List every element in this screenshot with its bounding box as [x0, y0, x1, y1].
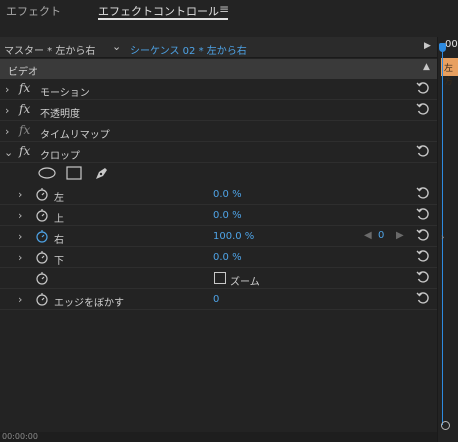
- sequence-clip-label[interactable]: シーケンス 02 * 左から右: [130, 42, 247, 57]
- reset-icon[interactable]: [416, 186, 430, 200]
- effect-name: 不透明度: [40, 109, 80, 120]
- chevron-down-icon[interactable]: ⌄: [112, 40, 121, 53]
- next-keyframe-icon[interactable]: ▶: [396, 230, 404, 241]
- chevron-right-icon[interactable]: ›: [5, 125, 9, 138]
- ellipse-mask-icon[interactable]: [38, 167, 56, 179]
- timeline-time: 00: [445, 39, 458, 50]
- fx-icon: fx: [19, 123, 31, 137]
- effect-row-motion[interactable]: › fx モーション: [0, 80, 437, 100]
- reset-icon[interactable]: [416, 207, 430, 221]
- zoom-label: ズーム: [230, 277, 260, 288]
- param-name: 下: [54, 256, 64, 267]
- crop-param-row[interactable]: › 下 0.0 %: [0, 248, 437, 268]
- reset-icon[interactable]: [416, 270, 430, 284]
- param-name: 上: [54, 214, 64, 225]
- reset-icon[interactable]: [416, 102, 430, 116]
- chevron-right-icon[interactable]: ›: [18, 251, 22, 264]
- chevron-right-icon[interactable]: ›: [18, 230, 22, 243]
- param-value[interactable]: 0: [213, 294, 219, 305]
- playhead-handle[interactable]: [439, 43, 446, 52]
- hamburger-menu-icon[interactable]: ≡: [219, 2, 229, 16]
- section-title: ビデオ: [8, 67, 38, 78]
- param-value[interactable]: 100.0 %: [213, 231, 254, 242]
- stopwatch-icon[interactable]: [35, 208, 49, 222]
- feather-row[interactable]: › エッジをぼかす 0: [0, 290, 437, 310]
- stopwatch-icon[interactable]: [35, 250, 49, 264]
- pen-mask-icon[interactable]: [94, 165, 110, 181]
- tab-effect-controls[interactable]: エフェクトコントロール: [98, 3, 219, 19]
- zoom-row[interactable]: ズーム: [0, 269, 437, 289]
- reset-icon[interactable]: [416, 291, 430, 305]
- keyframe-value[interactable]: 0: [378, 230, 384, 241]
- param-name: エッジをぼかす: [54, 298, 124, 309]
- reset-icon[interactable]: [416, 249, 430, 263]
- effect-name: モーション: [40, 88, 90, 99]
- prev-keyframe-icon[interactable]: ◀: [364, 230, 372, 241]
- chevron-right-icon[interactable]: ›: [5, 83, 9, 96]
- effect-row-crop[interactable]: ⌄ fx クロップ: [0, 143, 437, 163]
- stopwatch-icon[interactable]: [35, 292, 49, 306]
- chevron-right-icon[interactable]: ›: [18, 188, 22, 201]
- crop-param-row[interactable]: › 左 0.0 %: [0, 185, 437, 205]
- param-name: 右: [54, 235, 64, 246]
- master-clip-label[interactable]: マスター * 左から右: [4, 42, 95, 57]
- crop-param-row[interactable]: › 上 0.0 %: [0, 206, 437, 226]
- param-name: 左: [54, 193, 64, 204]
- mini-timeline[interactable]: 00 左方 ›: [437, 37, 458, 442]
- video-section-header: ビデオ ▲: [0, 59, 437, 79]
- tab-effects[interactable]: エフェクト: [6, 3, 61, 19]
- param-value[interactable]: 0.0 %: [213, 189, 242, 200]
- active-tab-underline: [98, 18, 228, 20]
- zoom-handle-icon[interactable]: [441, 421, 450, 430]
- effect-row-opacity[interactable]: › fx 不透明度: [0, 101, 437, 121]
- stopwatch-icon[interactable]: [35, 187, 49, 201]
- stopwatch-icon-active[interactable]: [35, 229, 49, 243]
- timeline-clip-label: 左方: [444, 64, 454, 87]
- source-header: マスター * 左から右 ⌄ シーケンス 02 * 左から右 ▶: [0, 37, 437, 58]
- play-triangle-icon[interactable]: ▶: [424, 41, 431, 51]
- chevron-right-icon[interactable]: ›: [18, 209, 22, 222]
- mask-tools: [0, 162, 437, 184]
- timecode[interactable]: 00:00:00: [2, 432, 38, 441]
- reset-icon[interactable]: [416, 228, 430, 242]
- fx-icon[interactable]: fx: [19, 81, 30, 95]
- reset-icon[interactable]: [416, 81, 430, 95]
- bottom-bar: 00:00:00: [0, 432, 437, 442]
- panel-tab-bar: エフェクト エフェクトコントロール ≡: [0, 0, 458, 37]
- reset-icon[interactable]: [416, 144, 430, 158]
- param-value[interactable]: 0.0 %: [213, 252, 242, 263]
- chevron-right-icon[interactable]: ›: [18, 293, 22, 306]
- crop-param-row[interactable]: › 右 100.0 % ◀ 0 ▶: [0, 227, 437, 247]
- chevron-right-icon[interactable]: ›: [5, 104, 9, 117]
- chevron-right-icon: ›: [441, 233, 445, 243]
- fx-icon[interactable]: fx: [19, 144, 30, 158]
- chevron-down-icon[interactable]: ⌄: [4, 146, 13, 159]
- effect-name: クロップ: [40, 151, 80, 162]
- collapse-caret-icon[interactable]: ▲: [423, 62, 430, 72]
- param-value[interactable]: 0.0 %: [213, 210, 242, 221]
- effect-row-time-remap[interactable]: › fx タイムリマップ: [0, 122, 437, 142]
- stopwatch-icon[interactable]: [35, 271, 49, 285]
- effect-name: タイムリマップ: [40, 130, 110, 141]
- fx-icon[interactable]: fx: [19, 102, 30, 116]
- zoom-checkbox[interactable]: [214, 272, 226, 284]
- rectangle-mask-icon[interactable]: [66, 166, 82, 180]
